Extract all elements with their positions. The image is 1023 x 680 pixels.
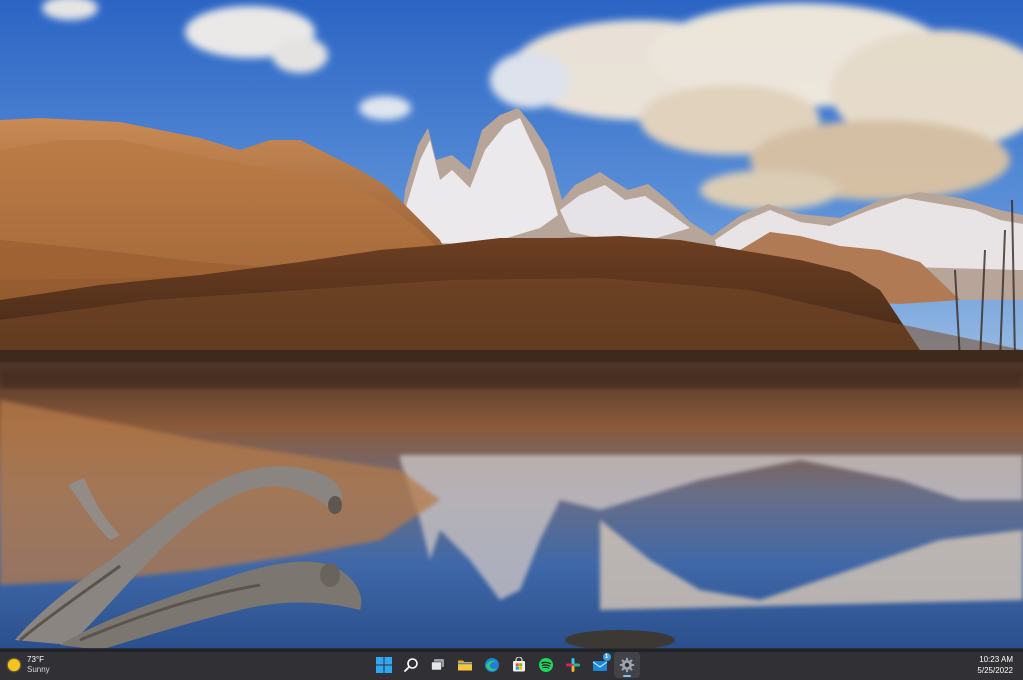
weather-temperature: 73°F: [27, 655, 44, 664]
spotify-icon: [538, 658, 553, 672]
weather-widget[interactable]: 73°F Sunny: [8, 653, 50, 677]
desktop-wallpaper: [0, 0, 1023, 652]
settings-button[interactable]: [613, 652, 640, 678]
system-clock[interactable]: 10:23 AM 5/25/2022: [977, 654, 1013, 676]
windows-logo-icon: [375, 657, 392, 673]
search-button[interactable]: [398, 652, 424, 678]
taskbar: 73°F Sunny 1 10:23 AM 5/25/2022: [0, 648, 1023, 680]
weather-condition: Sunny: [27, 665, 50, 674]
store-button[interactable]: [506, 652, 532, 678]
clock-time: 10:23 AM: [979, 655, 1013, 664]
store-icon: [512, 657, 525, 672]
task-view-icon: [430, 659, 444, 671]
edge-button[interactable]: [479, 652, 505, 678]
mail-unread-badge: 1: [602, 653, 611, 661]
task-view-button[interactable]: [425, 652, 451, 678]
slack-icon: [565, 658, 580, 672]
taskbar-icons: 1: [370, 652, 640, 678]
clock-date: 5/25/2022: [977, 666, 1013, 675]
edge-icon: [484, 658, 499, 672]
slack-button[interactable]: [560, 652, 586, 678]
start-button[interactable]: [371, 652, 397, 678]
spotify-button[interactable]: [533, 652, 559, 678]
desktop: 73°F Sunny 1 10:23 AM 5/25/2022: [0, 0, 1023, 680]
gear-icon: [619, 657, 634, 673]
sun-icon: [8, 659, 20, 671]
mail-button[interactable]: 1: [587, 652, 613, 678]
search-icon: [403, 658, 418, 672]
file-explorer-button[interactable]: [452, 652, 478, 678]
folder-icon: [457, 660, 472, 671]
